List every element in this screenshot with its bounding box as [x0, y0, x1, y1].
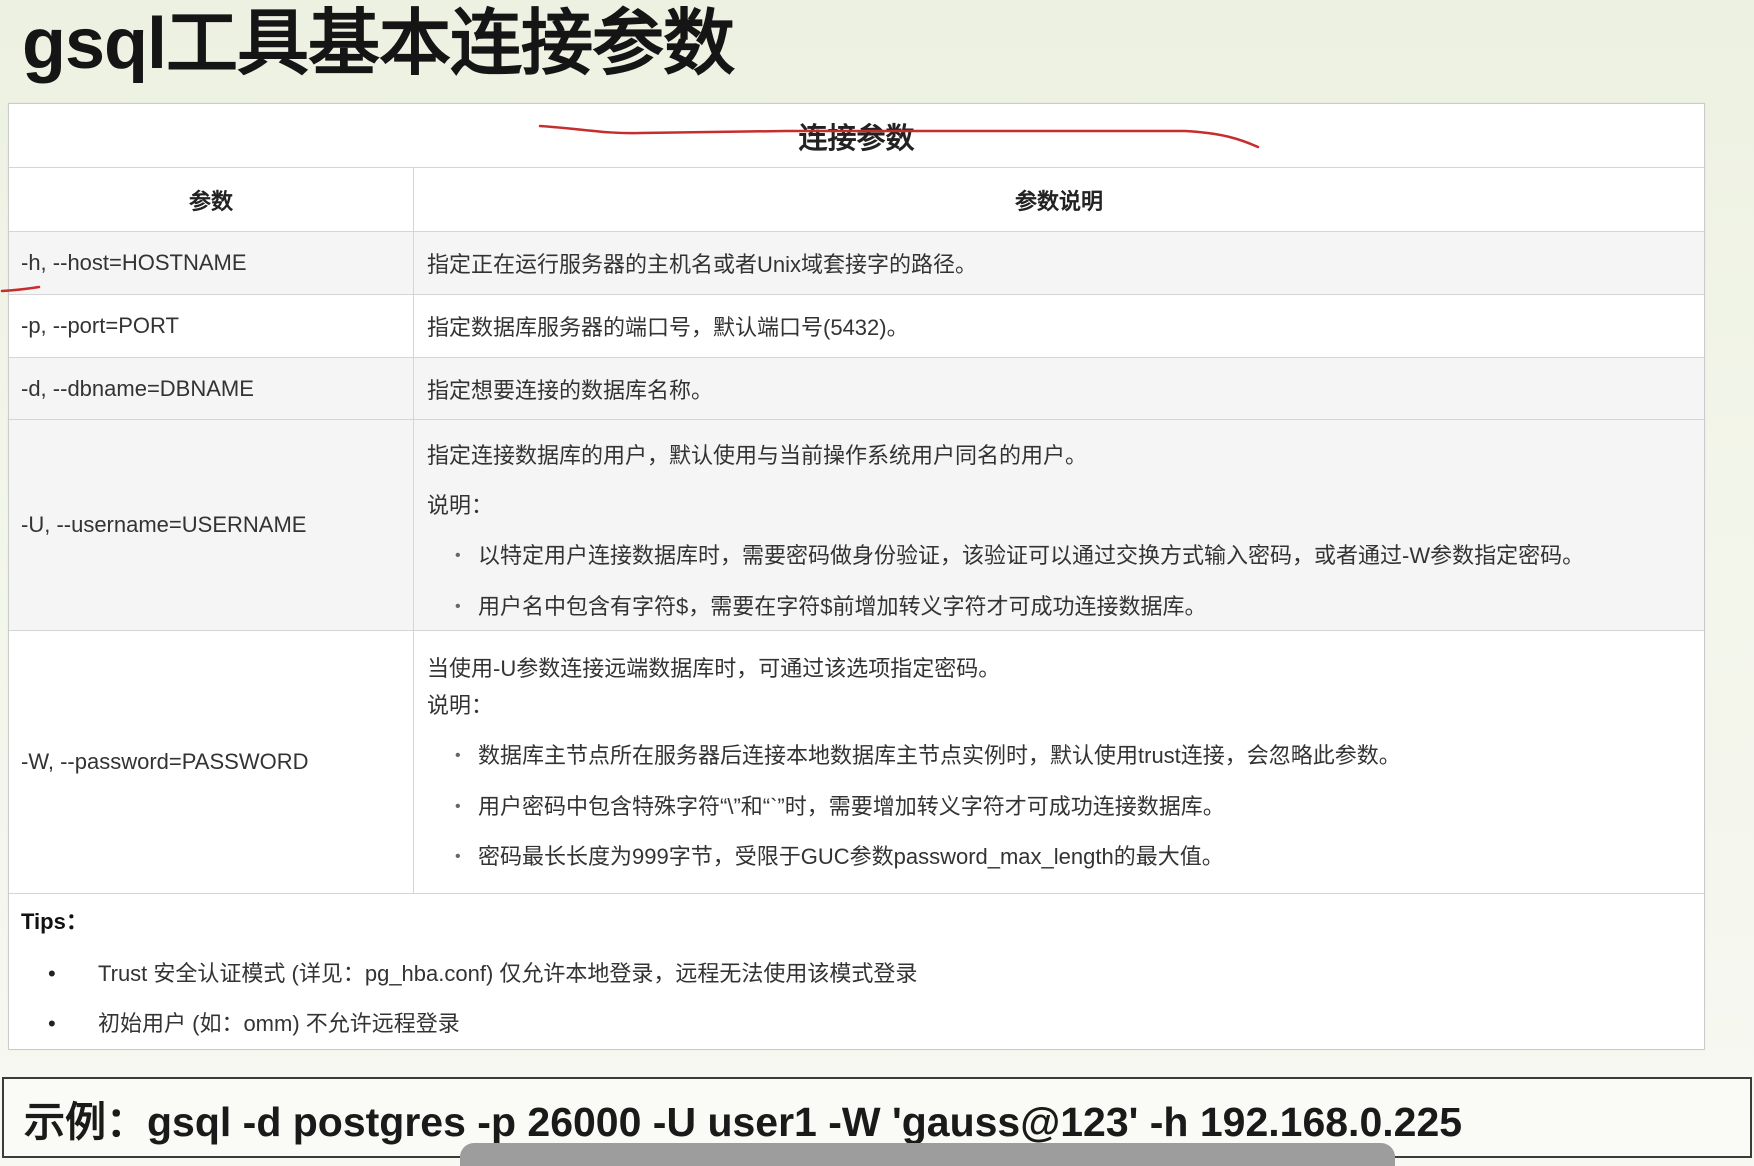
tips-label: Tips： [21, 909, 88, 934]
note-bullet: 用户名中包含有字符$，需要在字符$前增加转义字符才可成功连接数据库。 [427, 595, 1704, 620]
param-description-cell: 当使用-U参数连接远端数据库时，可通过该选项指定密码。 说明： 数据库主节点所在… [414, 631, 1704, 893]
table-row: -W, --password=PASSWORD 当使用-U参数连接远端数据库时，… [9, 631, 1704, 894]
params-table: 连接参数 参数 参数说明 -h, --host=HOSTNAME 指定正在运行服… [8, 103, 1705, 1050]
header-description: 参数说明 [1014, 188, 1103, 214]
param-description: 指定连接数据库的用户，默认使用与当前操作系统用户同名的用户。 [427, 443, 1088, 468]
table-row: -U, --username=USERNAME 指定连接数据库的用户，默认使用与… [9, 420, 1704, 631]
param-description: 指定想要连接的数据库名称。 [427, 377, 714, 403]
overlay-bar[interactable] [460, 1143, 1395, 1166]
param-description: 指定正在运行服务器的主机名或者Unix域套接字的路径。 [427, 252, 978, 277]
table-header-row: 参数 参数说明 [9, 168, 1704, 232]
header-param: 参数 [9, 168, 414, 231]
param-name: -d, --dbname=DBNAME [9, 358, 414, 419]
page-title: gsql工具基本连接参数 [22, 4, 735, 84]
note-label: 说明： [427, 693, 494, 718]
note-label: 说明： [427, 493, 494, 518]
param-description: 指定数据库服务器的端口号，默认端口号(5432)。 [427, 315, 909, 340]
table-row: -h, --host=HOSTNAME 指定正在运行服务器的主机名或者Unix域… [9, 232, 1704, 295]
note-bullet: 以特定用户连接数据库时，需要密码做身份验证，该验证可以通过交换方式输入密码，或者… [427, 544, 1704, 569]
note-bullet: 密码最长长度为999字节，受限于GUC参数password_max_length… [427, 845, 1704, 870]
param-description-cell: 指定连接数据库的用户，默认使用与当前操作系统用户同名的用户。 说明： 以特定用户… [414, 420, 1704, 630]
tips-section: Tips： Trust 安全认证模式 (详见：pg_hba.conf) 仅允许本… [9, 894, 1704, 1049]
param-name: -W, --password=PASSWORD [9, 631, 414, 893]
param-name: -U, --username=USERNAME [9, 420, 414, 630]
param-name: -p, --port=PORT [9, 295, 414, 357]
tip-item: Trust 安全认证模式 (详见：pg_hba.conf) 仅允许本地登录，远程… [48, 962, 917, 987]
table-caption: 连接参数 [9, 104, 1704, 168]
param-name: -h, --host=HOSTNAME [9, 232, 414, 294]
param-description: 当使用-U参数连接远端数据库时，可通过该选项指定密码。 [427, 656, 1001, 681]
table-row: -d, --dbname=DBNAME 指定想要连接的数据库名称。 [9, 358, 1704, 420]
note-bullet: 用户密码中包含特殊字符“\”和“`”时，需要增加转义字符才可成功连接数据库。 [427, 795, 1704, 820]
tip-item: 初始用户 (如：omm) 不允许远程登录 [48, 1012, 460, 1037]
note-bullet: 数据库主节点所在服务器后连接本地数据库主节点实例时，默认使用trust连接，会忽… [427, 744, 1704, 769]
table-row: -p, --port=PORT 指定数据库服务器的端口号，默认端口号(5432)… [9, 295, 1704, 358]
